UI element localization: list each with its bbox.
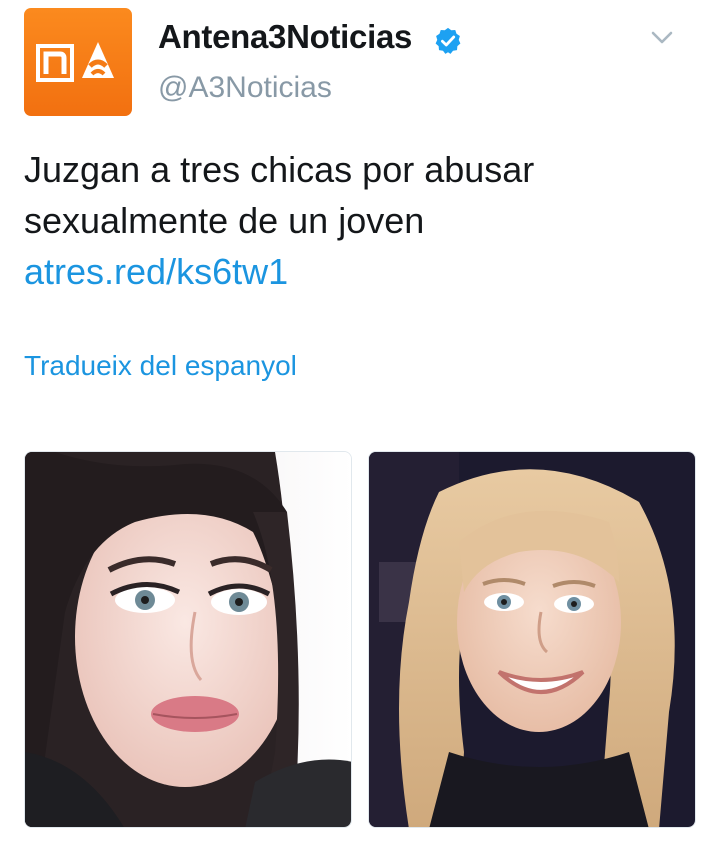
portrait-photo-icon (25, 452, 351, 827)
antena3-logo-icon (36, 42, 114, 82)
user-handle[interactable]: @A3Noticias (158, 71, 332, 105)
tweet-text: Juzgan a tres chicas por abusar sexualme… (24, 144, 684, 297)
verified-badge-icon (435, 27, 461, 54)
media-photo-1[interactable] (24, 451, 352, 828)
avatar[interactable] (24, 8, 132, 116)
translate-link[interactable]: Tradueix del espanyol (24, 350, 297, 382)
tweet-body: Juzgan a tres chicas por abusar sexualme… (24, 149, 535, 241)
tweet-link[interactable]: atres.red/ks6tw1 (24, 251, 288, 292)
portrait-photo-icon (369, 452, 695, 827)
media-photo-2[interactable] (368, 451, 696, 828)
display-name[interactable]: Antena3Noticias (158, 18, 412, 56)
chevron-down-icon[interactable] (650, 30, 674, 46)
